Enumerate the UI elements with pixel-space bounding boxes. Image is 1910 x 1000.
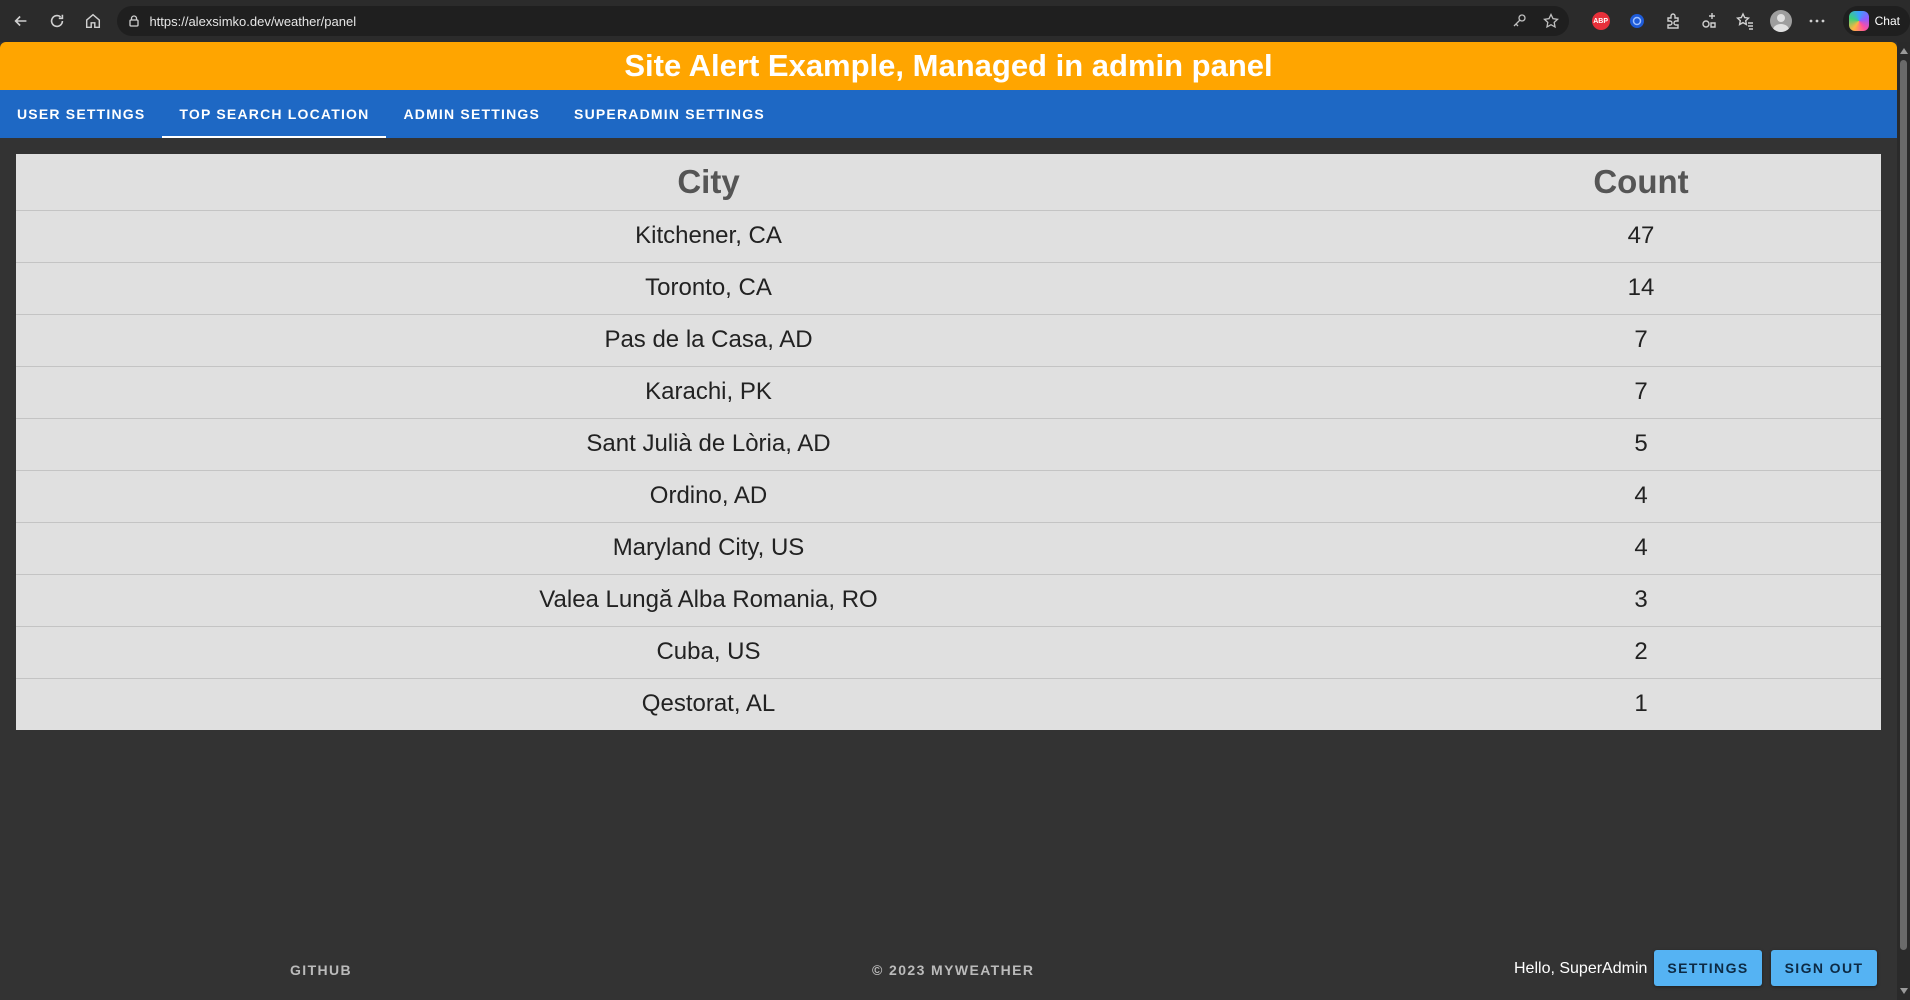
table-row: Cuba, US 2 [16,626,1881,679]
city-cell: Karachi, PK [16,366,1401,419]
page-content: Site Alert Example, Managed in admin pan… [0,42,1897,1000]
copilot-icon [1848,11,1869,31]
scrollbar-thumb[interactable] [1900,60,1907,950]
table-header-row: City Count [16,154,1881,211]
city-cell: Kitchener, CA [16,210,1401,263]
back-icon[interactable] [6,6,36,36]
extension-circle-icon[interactable] [1623,7,1651,35]
top-search-table: City Count Kitchener, CA 47 Toronto, CA 14… [16,154,1881,730]
city-cell: Pas de la Casa, AD [16,314,1401,367]
extensions-puzzle-icon[interactable] [1659,7,1687,35]
count-cell: 7 [1401,314,1881,367]
tab-top-search-location[interactable]: TOP SEARCH LOCATION [162,90,387,138]
table-row: Karachi, PK 7 [16,366,1881,419]
city-cell: Maryland City, US [16,522,1401,575]
table-row: Pas de la Casa, AD 7 [16,314,1881,367]
footer: GITHUB © 2023 MYWEATHER Hello, SuperAdmi… [0,950,1897,996]
settings-button[interactable]: SETTINGS [1654,950,1762,986]
user-greeting: Hello, SuperAdmin [1514,960,1648,977]
table-row: Maryland City, US 4 [16,522,1881,575]
scroll-up-icon[interactable] [1900,48,1908,54]
count-cell: 4 [1401,470,1881,523]
github-link[interactable]: GITHUB [290,962,352,978]
count-cell: 3 [1401,574,1881,627]
count-cell: 4 [1401,522,1881,575]
city-cell: Cuba, US [16,626,1401,679]
city-cell: Toronto, CA [16,262,1401,315]
count-cell: 1 [1634,690,1648,718]
sign-out-button[interactable]: SIGN OUT [1771,950,1877,986]
tab-admin-settings[interactable]: ADMIN SETTINGS [386,90,557,138]
address-bar[interactable]: https://alexsimko.dev/weather/panel [117,6,1569,36]
lock-icon [129,15,140,27]
copyright-text: © 2023 MYWEATHER [872,962,1035,978]
count-cell: 5 [1401,418,1881,471]
adblock-extension-icon[interactable]: ABP [1587,7,1615,35]
more-menu-icon[interactable] [1803,7,1831,35]
tab-user-settings[interactable]: USER SETTINGS [0,90,162,138]
copilot-chat-button[interactable]: Chat [1842,6,1910,36]
count-column-header: Count [1401,154,1881,211]
city-column-header: City [16,154,1401,211]
star-icon[interactable] [1542,13,1559,29]
refresh-icon[interactable] [42,6,72,36]
split-screen-icon[interactable] [1695,7,1723,35]
table-row: Kitchener, CA 47 [16,210,1881,263]
tab-superadmin-settings[interactable]: SUPERADMIN SETTINGS [557,90,782,138]
city-cell: Ordino, AD [16,470,1401,523]
browser-toolbar: https://alexsimko.dev/weather/panel ABP … [0,0,1910,42]
url-text: https://alexsimko.dev/weather/panel [149,13,357,29]
profile-avatar-icon[interactable] [1767,7,1795,35]
home-icon[interactable] [78,6,108,36]
count-cell: 7 [1401,366,1881,419]
city-cell: Qestorat, AL [641,690,776,718]
table-row: Valea Lungă Alba Romania, RO 3 [16,574,1881,627]
table-row: Toronto, CA 14 [16,262,1881,315]
site-alert-banner: Site Alert Example, Managed in admin pan… [0,42,1897,90]
table-row: Ordino, AD 4 [16,470,1881,523]
city-cell: Valea Lungă Alba Romania, RO [16,574,1401,627]
table-row: Qestorat, AL 1 [16,678,1881,730]
key-icon[interactable] [1511,13,1527,29]
site-alert-text: Site Alert Example, Managed in admin pan… [624,48,1273,83]
count-cell: 2 [1401,626,1881,679]
page-scrollbar[interactable] [1897,42,1910,1000]
chat-label: Chat [1874,14,1900,28]
favorites-icon[interactable] [1731,7,1759,35]
count-cell: 14 [1401,262,1881,315]
tab-bar: USER SETTINGS TOP SEARCH LOCATION ADMIN … [0,90,1897,138]
table-row: Sant Julià de Lòria, AD 5 [16,418,1881,471]
city-cell: Sant Julià de Lòria, AD [16,418,1401,471]
scroll-down-icon[interactable] [1900,988,1908,994]
count-cell: 47 [1401,210,1881,263]
